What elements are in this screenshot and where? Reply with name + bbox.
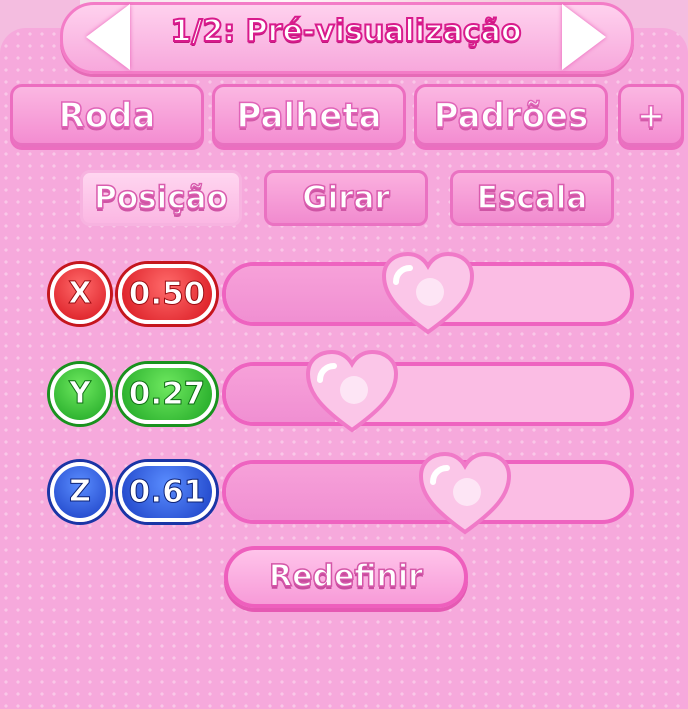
arrow-right-icon[interactable] bbox=[562, 4, 606, 70]
arrow-left-icon[interactable] bbox=[86, 4, 130, 70]
add-tab-button[interactable]: + bbox=[618, 84, 684, 150]
y-slider-track[interactable] bbox=[222, 362, 634, 426]
x-slider-heart-handle-icon[interactable] bbox=[380, 252, 476, 336]
z-axis-badge: Z bbox=[50, 462, 110, 522]
reset-button[interactable]: Redefinir bbox=[224, 546, 468, 608]
tab-padroes[interactable]: Padrões bbox=[414, 84, 608, 150]
subtab-girar[interactable]: Girar bbox=[264, 170, 428, 226]
z-slider-heart-handle-icon[interactable] bbox=[417, 452, 513, 536]
y-axis-badge: Y bbox=[50, 364, 110, 424]
tab-palheta[interactable]: Palheta bbox=[212, 84, 406, 150]
page-title: 1/2: Pré-visualização bbox=[170, 13, 523, 50]
tab-roda[interactable]: Roda bbox=[10, 84, 204, 150]
x-value: 0.50 bbox=[118, 264, 216, 324]
z-value: 0.61 bbox=[118, 462, 216, 522]
y-slider-heart-handle-icon[interactable] bbox=[304, 350, 400, 434]
subtab-posicao[interactable]: Posição bbox=[80, 170, 242, 226]
subtab-escala[interactable]: Escala bbox=[450, 170, 614, 226]
y-value: 0.27 bbox=[118, 364, 216, 424]
x-axis-badge: X bbox=[50, 264, 110, 324]
